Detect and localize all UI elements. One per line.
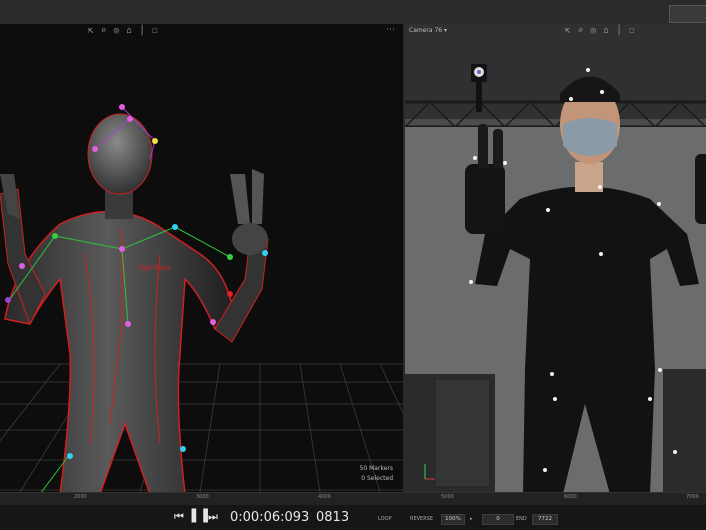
floor-grid	[0, 363, 403, 492]
tick-label: 4000	[318, 494, 331, 500]
end-label: END	[516, 516, 527, 522]
tick-label: 7000	[686, 494, 699, 500]
top-bar	[0, 0, 706, 25]
previous-frame-icon[interactable]: ⏮	[174, 511, 184, 523]
reverse-toggle[interactable]: REVERSE	[410, 516, 433, 522]
loop-toggle[interactable]: LOOP	[378, 516, 392, 522]
viewport-toolbar[interactable]: ⇱ ⌕ ◎ ⌂ │ ☐	[88, 26, 159, 36]
start-frame-field[interactable]: 0	[482, 514, 514, 525]
tick-label: 6000	[564, 494, 577, 500]
end-frame-field[interactable]: 7722	[532, 514, 558, 525]
3d-perspective-viewport[interactable]: OptiTrack ⇱ ⌕ ◎ ⌂ │ ☐ ⋯ 50 Markers 0 Sel…	[0, 24, 403, 492]
speed-arrow-icon[interactable]: ▸	[470, 516, 473, 522]
next-frame-icon[interactable]: ⏭	[208, 511, 218, 523]
playback-speed-field[interactable]: 100%	[441, 514, 465, 525]
camera-viewport[interactable]: Camera 76 ▾ ⇱ ⌕ ◎ ⌂ │ ☐	[405, 24, 706, 492]
suit-logo: OptiTrack	[138, 264, 172, 272]
camera-label: Camera 76	[409, 27, 443, 34]
camera-select[interactable]: Camera 76 ▾	[409, 27, 447, 34]
selected-count: 0 Selected	[361, 475, 393, 482]
camera-toolbar[interactable]: ⇱ ⌕ ◎ ⌂ │ ☐	[565, 26, 636, 36]
tick-label: 5000	[441, 494, 454, 500]
frame-number: 0813	[316, 510, 350, 525]
more-options-icon[interactable]: ⋯	[386, 25, 395, 35]
tick-label: 2000	[74, 494, 87, 500]
marker-info: 50 Markers 0 Selected	[360, 464, 393, 484]
3d-scene: OptiTrack	[0, 104, 403, 492]
tick-label: 3000	[196, 494, 209, 500]
transport-bar: ⏮ ❚❚ ⏭ 0:00:06:093 0813 LOOP REVERSE 100…	[0, 505, 706, 530]
panel-toggle-button[interactable]	[669, 5, 706, 23]
camera-scene	[405, 24, 706, 492]
marker-count: 50 Markers	[359, 465, 393, 472]
timecode-display: 0:00:06:093	[230, 510, 310, 525]
timeline-ruler[interactable]: 2000 3000 4000 5000 6000 7000	[0, 492, 706, 506]
avatar-body: OptiTrack	[0, 113, 269, 492]
